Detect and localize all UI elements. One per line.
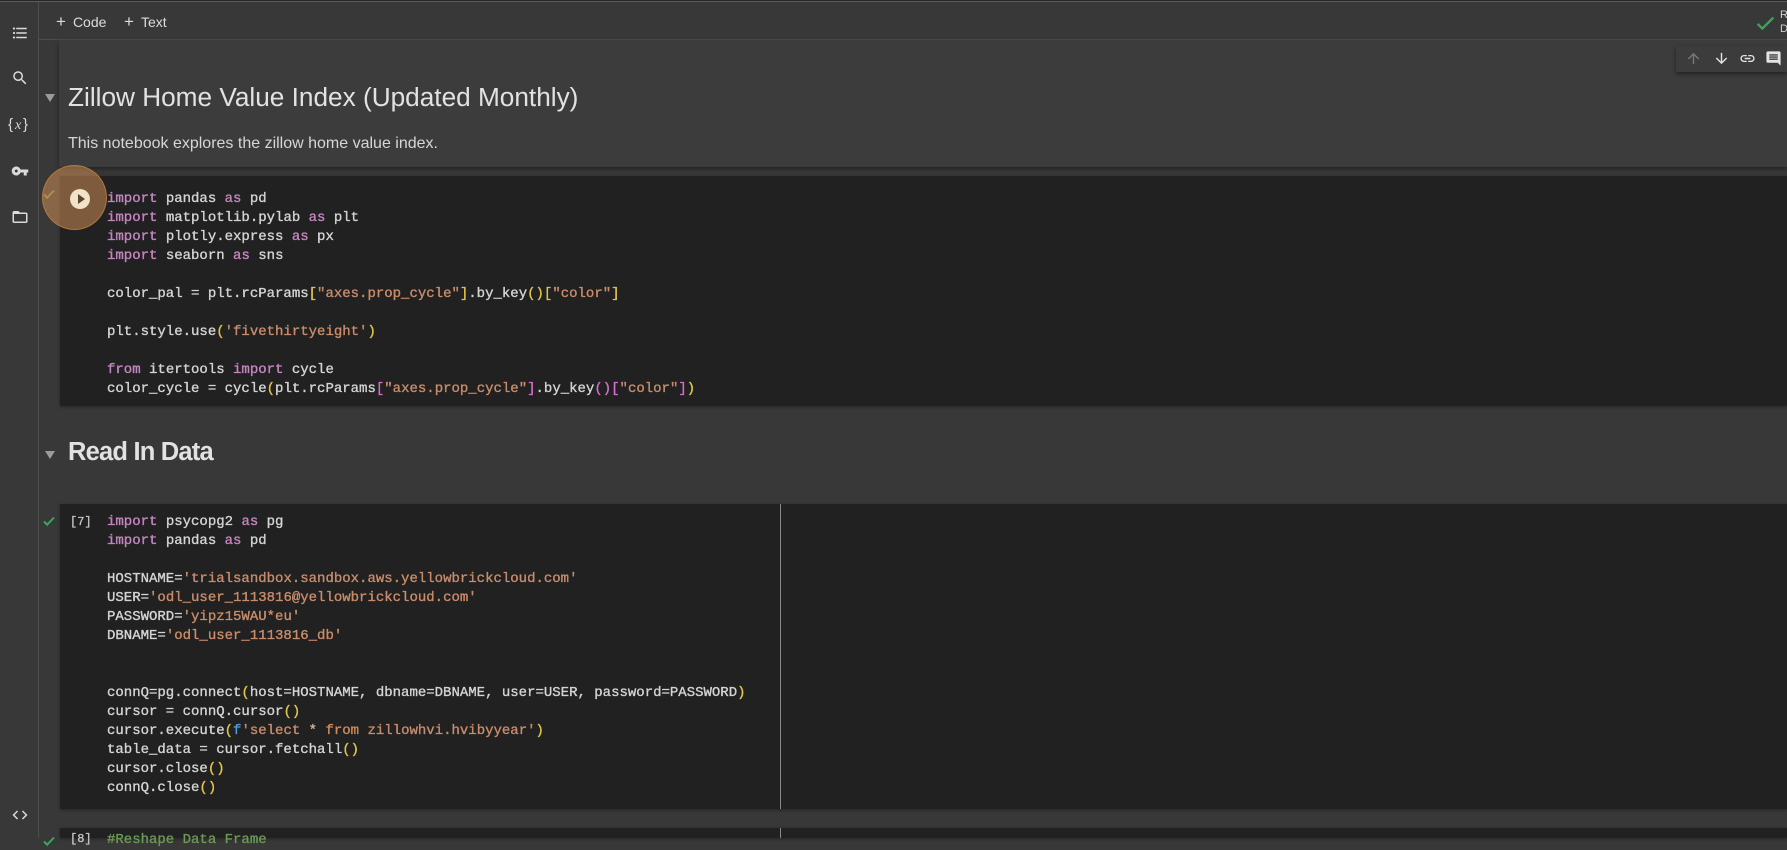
svg-text:x: x [14, 118, 22, 133]
svg-text:}: } [23, 116, 28, 133]
svg-text:{: { [8, 116, 13, 133]
